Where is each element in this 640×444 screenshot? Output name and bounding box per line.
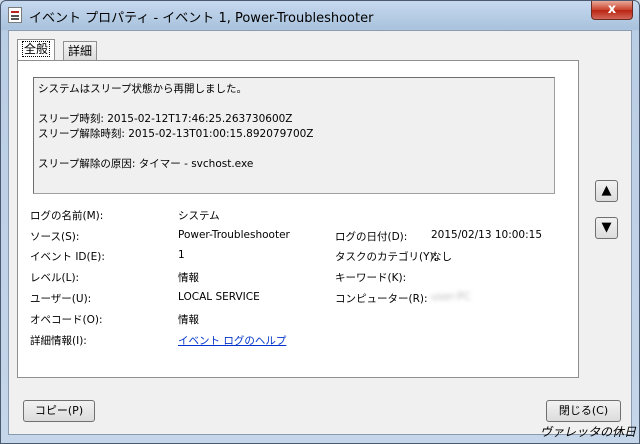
event-properties-window: イベント プロパティ - イベント 1, Power-Troubleshoote…	[0, 0, 640, 444]
dialog-client-area: 全般 詳細 システムはスリープ状態から再開しました。 スリープ時刻: 2015-…	[8, 30, 632, 435]
tab-details[interactable]: 詳細	[63, 41, 98, 60]
next-event-button[interactable]: ▼	[595, 217, 618, 239]
computer-value[interactable]: user-PC	[431, 291, 471, 303]
arrow-down-icon: ▼	[601, 220, 612, 235]
close-window-button[interactable]: x	[591, 1, 633, 20]
source-label: ソース(S):	[30, 231, 80, 243]
task-category-value[interactable]: なし	[431, 249, 452, 264]
tab-details-label: 詳細	[68, 44, 93, 58]
level-label: レベル(L):	[30, 272, 80, 284]
event-id-value[interactable]: 1	[178, 249, 185, 261]
copy-button[interactable]: コピー(P)	[23, 400, 95, 422]
computer-label: コンピューター(R):	[335, 293, 428, 305]
previous-event-button[interactable]: ▲	[595, 180, 618, 202]
source-value[interactable]: Power-Troubleshooter	[178, 229, 290, 241]
task-category-label: タスクのカテゴリ(Y):	[335, 251, 438, 263]
log-name-label: ログの名前(M):	[30, 210, 104, 222]
level-value[interactable]: 情報	[178, 270, 199, 285]
event-id-label: イベント ID(E):	[30, 251, 105, 263]
general-tab-panel: システムはスリープ状態から再開しました。 スリープ時刻: 2015-02-12T…	[17, 60, 579, 378]
keywords-label: キーワード(K):	[335, 272, 407, 284]
more-info-label: 詳細情報(I):	[30, 335, 87, 347]
window-title: イベント プロパティ - イベント 1, Power-Troubleshoote…	[29, 11, 374, 26]
logged-date-value[interactable]: 2015/02/13 10:00:15	[431, 229, 542, 241]
arrow-up-icon: ▲	[601, 183, 612, 198]
event-log-help-link[interactable]: イベント ログのヘルプ	[178, 333, 286, 348]
log-name-value[interactable]: システム	[178, 208, 220, 223]
logged-date-label: ログの日付(D):	[335, 231, 408, 243]
title-bar[interactable]: イベント プロパティ - イベント 1, Power-Troubleshoote…	[1, 1, 639, 29]
tab-general-label: 全般	[22, 41, 51, 57]
user-value[interactable]: LOCAL SERVICE	[178, 291, 260, 303]
user-label: ユーザー(U):	[30, 293, 92, 305]
watermark: ヴァレッタの休日	[539, 425, 636, 439]
opcode-value[interactable]: 情報	[178, 312, 199, 327]
close-button[interactable]: 閉じる(C)	[546, 400, 621, 422]
event-description-box[interactable]: システムはスリープ状態から再開しました。 スリープ時刻: 2015-02-12T…	[33, 77, 555, 194]
opcode-label: オペコード(O):	[30, 314, 103, 326]
event-viewer-icon	[8, 7, 22, 23]
tab-general[interactable]: 全般	[17, 39, 56, 60]
